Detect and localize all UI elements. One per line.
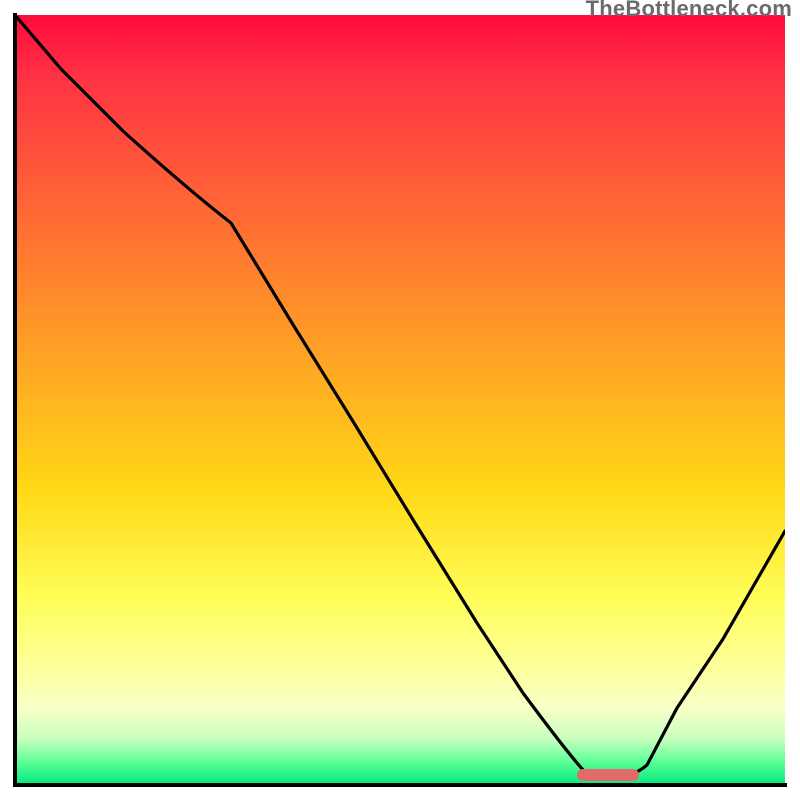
chart-frame: TheBottleneck.com [0,0,800,800]
x-axis [13,783,787,787]
y-axis [13,13,17,787]
curve-path [15,15,785,777]
optimal-marker [577,769,639,781]
bottleneck-curve [15,15,785,785]
plot-area [15,15,785,785]
watermark-text: TheBottleneck.com [586,0,792,22]
